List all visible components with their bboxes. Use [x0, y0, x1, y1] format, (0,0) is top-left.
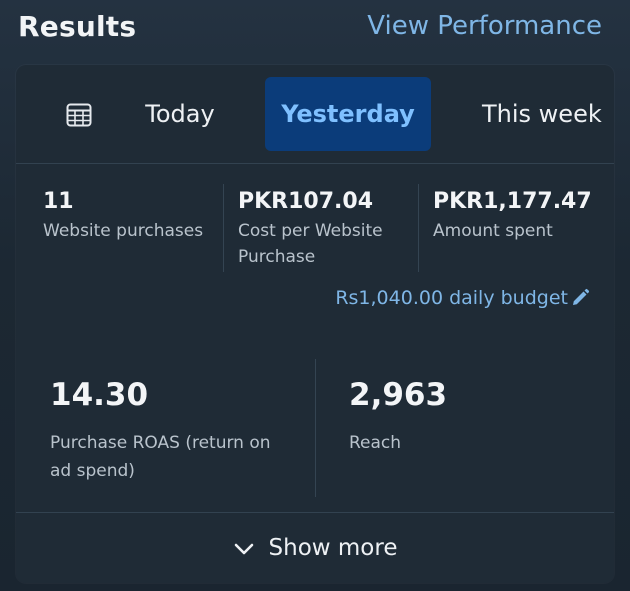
- metric-amount-spent: PKR1,177.47 Amount spent: [433, 186, 603, 244]
- results-card: Today Yesterday This week 11 Website pur…: [16, 65, 614, 583]
- results-header: Results View Performance: [18, 6, 602, 46]
- divider: [418, 184, 419, 272]
- metric-label: Reach: [349, 433, 402, 453]
- metric-label: Purchase ROAS (return on ad spend): [50, 433, 271, 481]
- tab-today[interactable]: Today: [124, 77, 236, 151]
- page-title: Results: [18, 9, 137, 43]
- metric-label: Website purchases: [43, 221, 204, 241]
- calendar-icon[interactable]: [66, 103, 92, 127]
- metric-value: 14.30: [50, 377, 149, 413]
- metric-value: 11: [43, 189, 74, 214]
- metric-reach: 2,963 Reach: [349, 373, 589, 457]
- tab-yesterday[interactable]: Yesterday: [265, 77, 431, 151]
- metric-label: Cost per Website Purchase: [238, 221, 383, 267]
- divider: [223, 184, 224, 272]
- highlight-metrics: 14.30 Purchase ROAS (return on ad spend)…: [16, 355, 614, 505]
- metric-value: PKR1,177.47: [433, 189, 592, 214]
- pencil-icon: [570, 288, 590, 308]
- results-panel: Results View Performance Today Yesterday…: [0, 0, 630, 591]
- date-range-tabs: Today Yesterday This week: [16, 65, 614, 164]
- metric-purchase-roas: 14.30 Purchase ROAS (return on ad spend): [50, 373, 290, 485]
- chevron-down-icon: [233, 541, 255, 555]
- metric-label: Amount spent: [433, 221, 553, 241]
- metric-value: PKR107.04: [238, 189, 374, 214]
- divider: [315, 359, 316, 497]
- tab-this-week[interactable]: This week: [466, 77, 614, 151]
- summary-metrics: 11 Website purchases PKR107.04 Cost per …: [16, 164, 614, 289]
- show-more-button[interactable]: Show more: [16, 512, 614, 583]
- metric-value: 2,963: [349, 377, 448, 413]
- metric-cost-per-purchase: PKR107.04 Cost per Website Purchase: [238, 186, 408, 270]
- show-more-label: Show more: [268, 535, 398, 561]
- daily-budget-edit[interactable]: Rs1,040.00 daily budget: [335, 287, 590, 309]
- daily-budget-text: Rs1,040.00 daily budget: [335, 287, 568, 309]
- metric-website-purchases: 11 Website purchases: [43, 186, 213, 244]
- view-performance-link[interactable]: View Performance: [367, 11, 602, 41]
